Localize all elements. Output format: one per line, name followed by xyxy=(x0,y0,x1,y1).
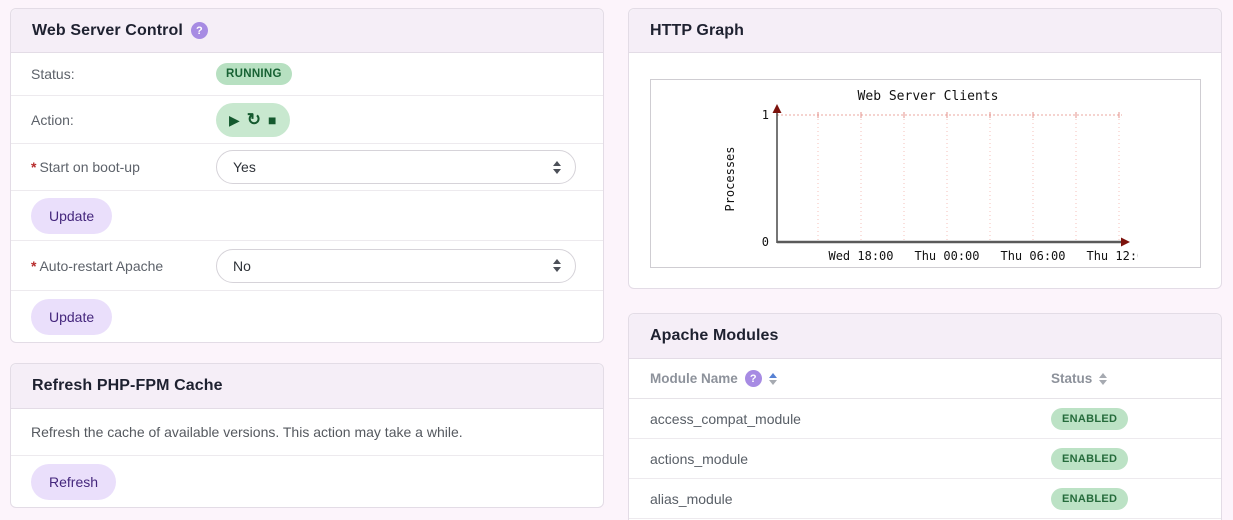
status-badge: ENABLED xyxy=(1051,487,1129,510)
required-asterisk: * xyxy=(31,257,37,274)
action-button-group: ▶ ↻ ■ xyxy=(216,102,290,137)
status-column-header[interactable]: Status xyxy=(1051,371,1108,386)
sort-icon-status[interactable] xyxy=(1099,372,1108,385)
graph-ylabel: Processes xyxy=(723,146,737,211)
refresh-cache-header: Refresh PHP-FPM Cache xyxy=(11,364,603,409)
http-graph-card: HTTP Graph Web Server Clients Processes xyxy=(628,8,1222,289)
auto-restart-value: No xyxy=(233,257,251,274)
status-badge: ENABLED xyxy=(1051,447,1129,470)
ytick-1: 1 xyxy=(762,108,769,122)
x-axis-arrow xyxy=(1121,237,1130,247)
play-icon[interactable]: ▶ xyxy=(229,113,240,127)
update-button[interactable]: Update xyxy=(31,197,113,234)
graph-container: Web Server Clients Processes 1 0 Wed 18:… xyxy=(629,53,1221,268)
graph-title: Web Server Clients xyxy=(858,89,999,104)
sort-icon-module-name[interactable] xyxy=(768,372,777,385)
refresh-button-row: Refresh xyxy=(11,456,603,508)
restart-icon[interactable]: ↻ xyxy=(247,111,261,128)
module-name-cell: access_compat_module xyxy=(650,410,801,427)
status-badge: ENABLED xyxy=(1051,407,1129,430)
table-row: actions_module ENABLED xyxy=(629,439,1221,479)
select-updown-icon xyxy=(553,160,561,174)
xtick-wed18: Wed 18:00 xyxy=(828,249,893,263)
refresh-cache-description: Refresh the cache of available versions.… xyxy=(31,424,463,440)
graph-svg: Web Server Clients Processes 1 0 Wed 18:… xyxy=(723,89,1200,267)
label-clip-mask xyxy=(1138,247,1200,267)
apache-modules-title: Apache Modules xyxy=(650,327,779,344)
auto-restart-row: * Auto-restart Apache No xyxy=(11,241,603,291)
module-name-cell: alias_module xyxy=(650,490,733,507)
auto-restart-label: * Auto-restart Apache xyxy=(31,257,164,274)
http-graph-title: HTTP Graph xyxy=(650,21,745,39)
apache-modules-card: Apache Modules Module Name ? Status acce… xyxy=(628,313,1222,520)
start-on-boot-value: Yes xyxy=(233,159,256,175)
vertical-gridlines xyxy=(817,115,1120,242)
y-axis-arrow xyxy=(772,104,782,113)
update-row-2: Update xyxy=(11,291,603,343)
start-on-boot-select[interactable]: Yes xyxy=(216,150,576,184)
refresh-php-fpm-cache-card: Refresh PHP-FPM Cache Refresh the cache … xyxy=(10,363,604,508)
refresh-button[interactable]: Refresh xyxy=(31,464,117,500)
web-server-clients-graph: Web Server Clients Processes 1 0 Wed 18:… xyxy=(650,79,1201,268)
update-button-2[interactable]: Update xyxy=(31,299,113,335)
refresh-cache-description-row: Refresh the cache of available versions.… xyxy=(11,409,603,456)
module-name-column-header[interactable]: Module Name ? xyxy=(650,370,1051,387)
status-label: Status: xyxy=(31,66,75,82)
select-updown-icon xyxy=(553,259,561,272)
start-on-boot-label: * Start on boot-up xyxy=(31,159,140,175)
ytick-0: 0 xyxy=(762,235,769,249)
status-row: Status: RUNNING xyxy=(11,53,603,96)
help-icon[interactable]: ? xyxy=(190,22,208,39)
action-label: Action: xyxy=(31,111,74,128)
module-name-cell: actions_module xyxy=(650,450,749,467)
status-badge: RUNNING xyxy=(216,63,292,85)
refresh-cache-title: Refresh PHP-FPM Cache xyxy=(32,377,223,394)
web-server-control-title: Web Server Control xyxy=(32,21,183,39)
xtick-thu00: Thu 00:00 xyxy=(914,249,979,263)
update-row-1: Update xyxy=(11,191,603,241)
table-row: access_compat_module ENABLED xyxy=(629,399,1221,439)
table-row: alias_module ENABLED xyxy=(629,479,1221,519)
start-on-boot-row: * Start on boot-up Yes xyxy=(11,144,603,191)
xtick-thu06: Thu 06:00 xyxy=(1000,249,1065,263)
help-icon[interactable]: ? xyxy=(744,370,762,387)
action-row: Action: ▶ ↻ ■ xyxy=(11,96,603,144)
web-server-control-card: Web Server Control ? Status: RUNNING Act… xyxy=(10,8,604,343)
required-asterisk: * xyxy=(31,159,37,175)
stop-icon[interactable]: ■ xyxy=(268,113,276,127)
http-graph-header: HTTP Graph xyxy=(629,9,1221,53)
web-server-control-header: Web Server Control ? xyxy=(11,9,603,53)
apache-modules-header: Apache Modules xyxy=(629,314,1221,359)
auto-restart-select[interactable]: No xyxy=(216,248,576,283)
modules-table-header: Module Name ? Status xyxy=(629,359,1221,399)
